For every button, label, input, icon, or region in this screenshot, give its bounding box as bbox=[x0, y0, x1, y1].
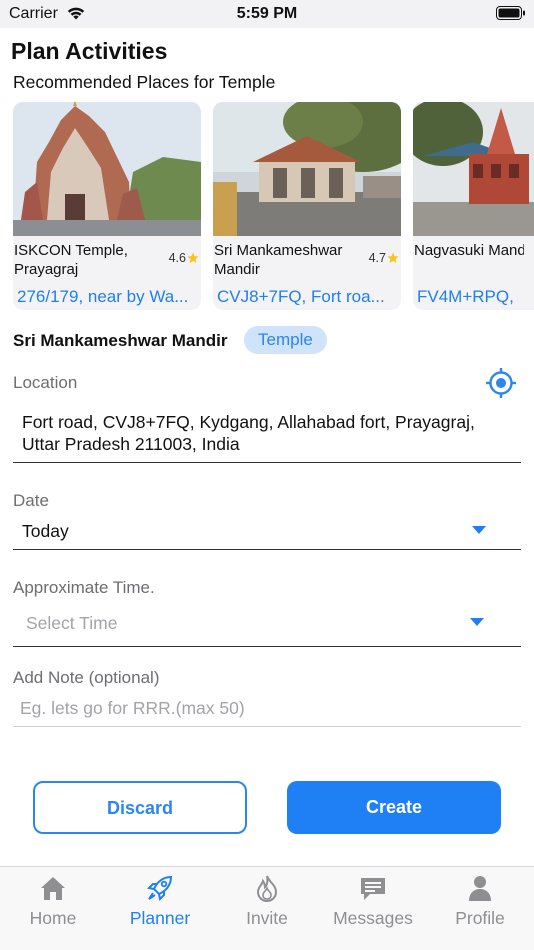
home-icon bbox=[41, 877, 65, 900]
tab-label: Home bbox=[29, 908, 77, 928]
clock: 5:59 PM bbox=[236, 5, 298, 22]
tab-label: Invite bbox=[246, 908, 288, 928]
place-card[interactable]: Nagvasuki Mand FV4M+RPQ, bbox=[413, 102, 534, 310]
recommended-places-heading: Recommended Places for Temple bbox=[13, 72, 276, 92]
location-field[interactable]: Fort road, CVJ8+7FQ, Kydgang, Allahabad … bbox=[22, 411, 502, 455]
place-rating: 4.6 bbox=[169, 251, 199, 265]
time-select[interactable]: Select Time bbox=[26, 613, 117, 634]
recommended-places-carousel[interactable]: ISKCON Temple, Prayagraj 4.6 276/179, ne… bbox=[0, 102, 534, 312]
rating-value: 4.7 bbox=[368, 251, 386, 265]
tab-profile[interactable]: Profile bbox=[427, 867, 533, 937]
place-photo bbox=[413, 102, 534, 236]
tab-label: Profile bbox=[455, 908, 505, 928]
tab-label: Planner bbox=[129, 908, 191, 928]
time-label: Approximate Time. bbox=[13, 578, 155, 597]
place-card[interactable]: ISKCON Temple, Prayagraj 4.6 276/179, ne… bbox=[13, 102, 201, 310]
location-underline bbox=[13, 462, 521, 463]
place-name: Sri Mankameshwar Mandir bbox=[214, 242, 343, 278]
note-underline bbox=[13, 726, 521, 727]
note-input[interactable]: Eg. lets go for RRR.(max 50) bbox=[20, 698, 245, 719]
battery-icon bbox=[496, 6, 525, 20]
category-badge: Temple bbox=[244, 326, 327, 354]
rocket-icon bbox=[146, 875, 173, 902]
tab-planner[interactable]: Planner bbox=[107, 867, 213, 937]
star-icon bbox=[387, 252, 399, 263]
tab-bar: Home Planner Invite Messages Profile bbox=[0, 866, 534, 950]
tab-messages[interactable]: Messages bbox=[320, 867, 426, 937]
chevron-down-icon[interactable] bbox=[472, 526, 486, 535]
place-name: ISKCON Temple, Prayagraj bbox=[14, 242, 128, 278]
selected-place-name: Sri Mankameshwar Mandir bbox=[13, 331, 228, 350]
chat-icon bbox=[361, 878, 385, 900]
place-card[interactable]: Sri Mankameshwar Mandir 4.7 CVJ8+7FQ, Fo… bbox=[213, 102, 401, 310]
discard-button[interactable]: Discard bbox=[33, 781, 247, 834]
current-location-icon[interactable] bbox=[485, 367, 517, 399]
place-address-link[interactable]: CVJ8+7FQ, Fort roa... bbox=[217, 287, 397, 307]
star-icon bbox=[187, 252, 199, 263]
rating-value: 4.6 bbox=[168, 251, 186, 265]
tab-home[interactable]: Home bbox=[0, 867, 106, 937]
tab-label: Messages bbox=[333, 908, 413, 928]
location-label: Location bbox=[13, 373, 78, 392]
place-address-link[interactable]: 276/179, near by Wa... bbox=[17, 287, 197, 307]
person-icon bbox=[469, 876, 491, 901]
place-rating: 4.7 bbox=[369, 251, 399, 265]
place-name: Nagvasuki Mand bbox=[414, 242, 524, 259]
time-underline bbox=[13, 646, 521, 647]
chevron-down-icon[interactable] bbox=[470, 618, 484, 627]
create-button[interactable]: Create bbox=[287, 781, 501, 834]
flame-icon bbox=[256, 875, 278, 903]
place-photo bbox=[213, 102, 401, 236]
date-select[interactable]: Today bbox=[22, 521, 69, 542]
tab-invite[interactable]: Invite bbox=[214, 867, 320, 937]
place-photo bbox=[13, 102, 201, 236]
status-bar: Carrier 5:59 PM bbox=[0, 0, 534, 28]
note-label: Add Note (optional) bbox=[13, 668, 160, 687]
page-title: Plan Activities bbox=[11, 38, 168, 64]
date-label: Date bbox=[13, 491, 49, 510]
place-address-link[interactable]: FV4M+RPQ, bbox=[417, 287, 534, 307]
date-underline bbox=[13, 549, 521, 550]
